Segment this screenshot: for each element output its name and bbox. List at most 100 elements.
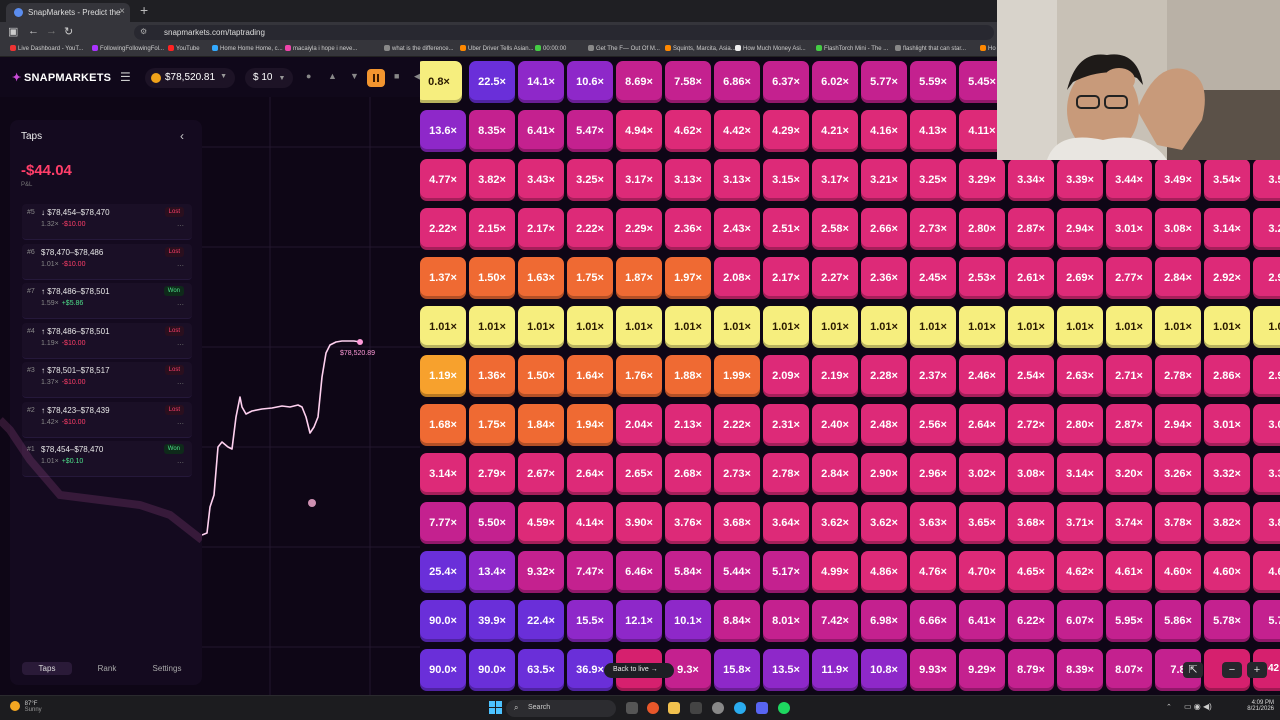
multiplier-cell[interactable]: 3.01× <box>1204 404 1250 446</box>
multiplier-cell[interactable]: 4.6 <box>1253 551 1280 593</box>
multiplier-cell[interactable]: 3.14× <box>420 453 466 495</box>
multiplier-cell[interactable]: 2.80× <box>1057 404 1103 446</box>
multiplier-cell[interactable]: 1.50× <box>469 257 515 299</box>
bookmark-item[interactable]: Home Home Home, c... <box>212 45 283 52</box>
multiplier-cell[interactable]: 3.34× <box>1008 159 1054 201</box>
multiplier-cell[interactable]: 2.65× <box>616 453 662 495</box>
multiplier-cell[interactable]: 14.1× <box>518 61 564 103</box>
multiplier-cell[interactable]: 12.1× <box>616 600 662 642</box>
multiplier-cell[interactable]: 2.73× <box>714 453 760 495</box>
multiplier-cell[interactable]: 2.58× <box>812 208 858 250</box>
multiplier-cell[interactable]: 2.22× <box>567 208 613 250</box>
multiplier-cell[interactable]: 2.53× <box>959 257 1005 299</box>
multiplier-cell[interactable]: 3.15× <box>763 159 809 201</box>
multiplier-cell[interactable]: 1.94× <box>567 404 613 446</box>
multiplier-cell[interactable]: 3.02× <box>959 453 1005 495</box>
multiplier-cell[interactable]: 22.5× <box>469 61 515 103</box>
multiplier-cell[interactable]: 1.88× <box>665 355 711 397</box>
multiplier-cell[interactable]: 3.68× <box>714 502 760 544</box>
multiplier-cell[interactable]: 5.17× <box>763 551 809 593</box>
multiplier-cell[interactable]: 2.40× <box>812 404 858 446</box>
multiplier-cell[interactable]: 2.36× <box>665 208 711 250</box>
multiplier-cell[interactable]: 4.62× <box>1057 551 1103 593</box>
multiplier-cell[interactable]: 13.5× <box>763 649 809 691</box>
menu-icon[interactable]: ☰ <box>120 70 131 84</box>
sidebar-toggle-icon[interactable]: ▣ <box>8 25 18 38</box>
stop-tool-icon[interactable]: ■ <box>394 71 399 81</box>
nav-settings[interactable]: Settings <box>142 664 192 673</box>
multiplier-cell[interactable]: 1.01× <box>518 306 564 348</box>
multiplier-cell[interactable]: 4.62× <box>665 110 711 152</box>
telegram-icon[interactable] <box>734 702 746 714</box>
multiplier-cell[interactable]: 4.99× <box>812 551 858 593</box>
multiplier-cell[interactable]: 15.8× <box>714 649 760 691</box>
bookmark-item[interactable]: what is the difference... <box>384 45 454 52</box>
multiplier-cell[interactable]: 2.84× <box>812 453 858 495</box>
multiplier-cell[interactable]: 1.01× <box>567 306 613 348</box>
multiplier-cell[interactable]: 4.16× <box>861 110 907 152</box>
multiplier-cell[interactable]: 1.01× <box>861 306 907 348</box>
multiplier-cell[interactable]: 2.29× <box>616 208 662 250</box>
more-icon[interactable]: ⋯ <box>177 301 184 309</box>
multiplier-cell[interactable]: 3.49× <box>1155 159 1201 201</box>
multiplier-cell[interactable]: 2.17× <box>763 257 809 299</box>
multiplier-cell[interactable]: 3.2 <box>1253 208 1280 250</box>
multiplier-cell[interactable]: 3.74× <box>1106 502 1152 544</box>
multiplier-cell[interactable]: 5.47× <box>567 110 613 152</box>
chrome-icon[interactable] <box>712 702 724 714</box>
multiplier-cell[interactable]: 2.84× <box>1155 257 1201 299</box>
multiplier-cell[interactable]: 0.8× <box>420 61 462 103</box>
multiplier-cell[interactable]: 1.01× <box>959 306 1005 348</box>
multiplier-cell[interactable]: 2.15× <box>469 208 515 250</box>
multiplier-cell[interactable]: 9.29× <box>959 649 1005 691</box>
multiplier-cell[interactable]: 7.77× <box>420 502 466 544</box>
multiplier-cell[interactable]: 1.01× <box>812 306 858 348</box>
multiplier-cell[interactable]: 2.92× <box>1204 257 1250 299</box>
multiplier-cell[interactable]: 2.94× <box>1057 208 1103 250</box>
multiplier-cell[interactable]: 4.61× <box>1106 551 1152 593</box>
multiplier-cell[interactable]: 2.31× <box>763 404 809 446</box>
expand-icon[interactable]: ⇱ <box>1183 662 1203 678</box>
more-icon[interactable]: ⋯ <box>177 380 184 388</box>
multiplier-cell[interactable]: 7.58× <box>665 61 711 103</box>
bookmark-item[interactable]: 00:00:00 <box>535 45 566 52</box>
multiplier-cell[interactable]: 4.29× <box>763 110 809 152</box>
multiplier-cell[interactable]: 3.08× <box>1008 453 1054 495</box>
multiplier-cell[interactable]: 3.13× <box>714 159 760 201</box>
multiplier-cell[interactable]: 3.76× <box>665 502 711 544</box>
tray-chevron-icon[interactable]: ⌃ <box>1166 703 1172 711</box>
multiplier-cell[interactable]: 1.36× <box>469 355 515 397</box>
multiplier-cell[interactable]: 25.4× <box>420 551 466 593</box>
reload-icon[interactable]: ↻ <box>64 25 73 38</box>
multiplier-cell[interactable]: 4.42× <box>714 110 760 152</box>
multiplier-cell[interactable]: 2.17× <box>518 208 564 250</box>
multiplier-cell[interactable]: 2.80× <box>959 208 1005 250</box>
up-tool-icon[interactable]: ▲ <box>328 71 337 81</box>
app-icon[interactable] <box>690 702 702 714</box>
multiplier-cell[interactable]: 11.9× <box>812 649 858 691</box>
app-logo[interactable]: ✦ SNAPMARKETS <box>12 71 111 84</box>
multiplier-cell[interactable]: 6.98× <box>861 600 907 642</box>
multiplier-cell[interactable]: 10.6× <box>567 61 613 103</box>
bookmark-item[interactable]: Get The F— Out Of M... <box>588 45 660 52</box>
pause-button[interactable] <box>367 69 385 87</box>
multiplier-cell[interactable]: 1.68× <box>420 404 466 446</box>
multiplier-cell[interactable]: 3.17× <box>812 159 858 201</box>
multiplier-cell[interactable]: 2.64× <box>959 404 1005 446</box>
multiplier-cell[interactable]: 1.75× <box>469 404 515 446</box>
multiplier-cell[interactable]: 3.82× <box>469 159 515 201</box>
multiplier-cell[interactable]: 3.90× <box>616 502 662 544</box>
multiplier-cell[interactable]: 5.78× <box>1204 600 1250 642</box>
multiplier-cell[interactable]: 5.95× <box>1106 600 1152 642</box>
multiplier-cell[interactable]: 1.97× <box>665 257 711 299</box>
multiplier-cell[interactable]: 2.67× <box>518 453 564 495</box>
multiplier-cell[interactable]: 6.41× <box>518 110 564 152</box>
multiplier-cell[interactable]: 2.04× <box>616 404 662 446</box>
multiplier-cell[interactable]: 2.72× <box>1008 404 1054 446</box>
forward-icon[interactable]: → <box>46 25 57 37</box>
multiplier-cell[interactable]: 3.25× <box>910 159 956 201</box>
multiplier-cell[interactable]: 7.47× <box>567 551 613 593</box>
multiplier-cell[interactable]: 1.01× <box>714 306 760 348</box>
multiplier-cell[interactable]: 3.29× <box>959 159 1005 201</box>
multiplier-cell[interactable]: 1.01× <box>910 306 956 348</box>
